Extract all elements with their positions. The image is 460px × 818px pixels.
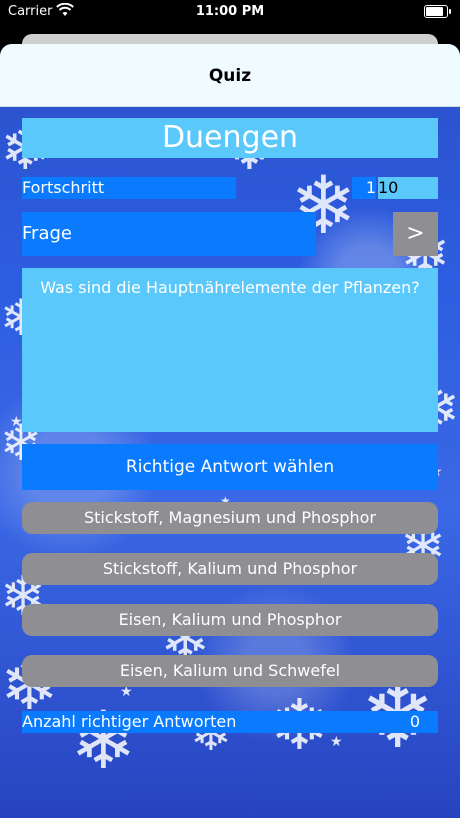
page-title: Quiz bbox=[208, 66, 252, 86]
navigation-bar: Quiz bbox=[0, 44, 460, 107]
progress-total: 10 bbox=[378, 177, 438, 199]
score-bar: Anzahl richtiger Antworten 0 bbox=[22, 711, 438, 733]
snowflake-icon: ❄ bbox=[70, 694, 138, 787]
question-text: Was sind die Hauptnährelemente der Pflan… bbox=[22, 268, 438, 432]
star-icon: ★ bbox=[330, 734, 343, 750]
star-icon: ★ bbox=[10, 414, 23, 430]
question-label: Frage bbox=[22, 212, 316, 256]
instruction-label: Richtige Antwort wählen bbox=[22, 444, 438, 490]
next-question-button[interactable]: > bbox=[393, 212, 438, 256]
clock: 11:00 PM bbox=[195, 4, 265, 19]
answer-button-1[interactable]: Stickstoff, Magnesium und Phosphor bbox=[22, 502, 438, 534]
quiz-topic-title: Duengen bbox=[22, 118, 438, 158]
answer-button-3[interactable]: Eisen, Kalium und Phosphor bbox=[22, 604, 438, 636]
progress-current: 1 bbox=[352, 177, 376, 199]
progress-label: Fortschritt bbox=[22, 177, 236, 199]
battery-icon bbox=[424, 5, 451, 18]
answer-button-2[interactable]: Stickstoff, Kalium und Phosphor bbox=[22, 553, 438, 585]
score-value: 0 bbox=[409, 712, 420, 731]
answer-button-4[interactable]: Eisen, Kalium und Schwefel bbox=[22, 655, 438, 687]
status-bar: Carrier 11:00 PM bbox=[0, 0, 460, 24]
score-label: Anzahl richtiger Antworten bbox=[22, 712, 237, 731]
